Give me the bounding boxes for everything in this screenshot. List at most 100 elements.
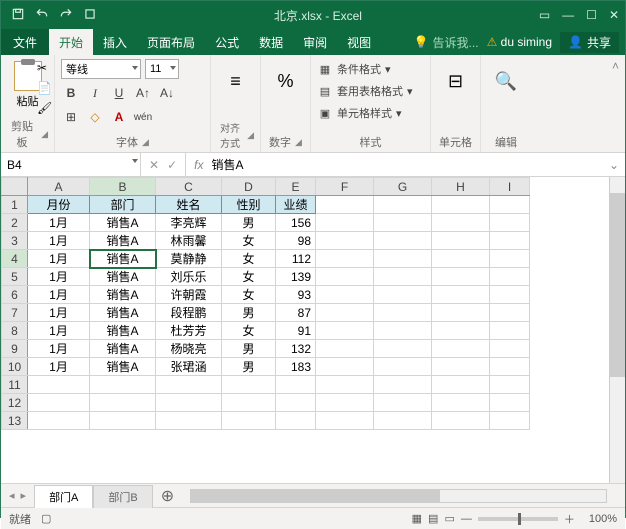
phonetic-button[interactable]: wén (133, 107, 153, 127)
row-header[interactable]: 9 (2, 340, 28, 358)
tab-file[interactable]: 文件 (1, 29, 49, 55)
cell[interactable] (374, 394, 432, 412)
cell[interactable] (374, 196, 432, 214)
cancel-formula-icon[interactable]: ✕ (149, 158, 159, 172)
cell[interactable]: 杜芳芳 (156, 322, 222, 340)
cell[interactable]: 男 (222, 304, 276, 322)
cell[interactable] (432, 286, 490, 304)
cell[interactable] (432, 196, 490, 214)
share-button[interactable]: 👤共享 (560, 32, 619, 53)
cell[interactable] (432, 268, 490, 286)
sheet-tab-active[interactable]: 部门A (34, 485, 93, 508)
cell[interactable] (276, 412, 316, 430)
cell[interactable]: 月份 (28, 196, 90, 214)
cell[interactable]: 91 (276, 322, 316, 340)
cell[interactable]: 销售A (90, 286, 156, 304)
cell[interactable] (374, 286, 432, 304)
row-header[interactable]: 12 (2, 394, 28, 412)
cell[interactable]: 许朝霞 (156, 286, 222, 304)
cell[interactable] (156, 376, 222, 394)
cell[interactable] (156, 412, 222, 430)
cell[interactable] (222, 412, 276, 430)
cell-styles-button[interactable]: ▣单元格样式 ▾ (317, 103, 424, 123)
cell[interactable]: 销售A (90, 268, 156, 286)
cell[interactable]: 业绩 (276, 196, 316, 214)
cell[interactable]: 女 (222, 250, 276, 268)
qat-more-icon[interactable] (83, 7, 97, 24)
cell[interactable] (432, 322, 490, 340)
cell[interactable]: 1月 (28, 304, 90, 322)
number-format-icon[interactable]: % (270, 65, 302, 97)
cell[interactable]: 张珺涵 (156, 358, 222, 376)
cell[interactable] (432, 214, 490, 232)
fill-color-button[interactable]: ◇ (85, 107, 105, 127)
cell[interactable] (374, 322, 432, 340)
spreadsheet-grid[interactable]: ABCDEFGHI1月份部门姓名性别业绩21月销售A李亮辉男15631月销售A林… (1, 177, 530, 430)
cell[interactable]: 段程鹏 (156, 304, 222, 322)
dialog-launcher-icon[interactable]: ◢ (142, 137, 149, 148)
cell[interactable] (374, 340, 432, 358)
col-header[interactable]: C (156, 178, 222, 196)
cell[interactable] (222, 394, 276, 412)
name-box-input[interactable] (7, 158, 134, 172)
sheet-nav-next-icon[interactable]: ▸ (21, 489, 27, 502)
cell[interactable] (490, 412, 530, 430)
cell[interactable] (316, 340, 374, 358)
cell[interactable] (490, 304, 530, 322)
cell[interactable] (374, 268, 432, 286)
vertical-scrollbar[interactable] (609, 177, 625, 483)
cell[interactable] (432, 340, 490, 358)
sheet-tab-other[interactable]: 部门B (93, 485, 152, 508)
view-layout-icon[interactable]: ▤ (428, 512, 438, 525)
copy-icon[interactable]: 📄 (37, 81, 52, 95)
cell[interactable] (28, 394, 90, 412)
tab-home[interactable]: 开始 (49, 29, 93, 55)
cell[interactable]: 男 (222, 358, 276, 376)
cell[interactable] (490, 322, 530, 340)
dialog-launcher-icon[interactable]: ◢ (41, 129, 48, 140)
cell[interactable] (374, 376, 432, 394)
zoom-out-icon[interactable]: ― (461, 513, 472, 525)
collapse-ribbon-icon[interactable]: ˄ (606, 55, 625, 152)
cell[interactable]: 部门 (90, 196, 156, 214)
cell[interactable] (490, 232, 530, 250)
col-header[interactable]: H (432, 178, 490, 196)
tab-layout[interactable]: 页面布局 (137, 29, 205, 55)
cell[interactable]: 销售A (90, 322, 156, 340)
name-box[interactable] (1, 153, 141, 176)
ribbon-options-icon[interactable]: ▭ (539, 8, 550, 22)
font-shrink-icon[interactable]: A↓ (157, 83, 177, 103)
cell[interactable] (432, 376, 490, 394)
col-header[interactable]: D (222, 178, 276, 196)
cell[interactable] (374, 358, 432, 376)
tab-view[interactable]: 视图 (337, 29, 381, 55)
cell[interactable]: 1月 (28, 268, 90, 286)
close-icon[interactable]: ✕ (609, 8, 619, 22)
cell[interactable] (316, 214, 374, 232)
cell[interactable]: 莫静静 (156, 250, 222, 268)
cell[interactable]: 姓名 (156, 196, 222, 214)
cell[interactable] (432, 358, 490, 376)
row-header[interactable]: 13 (2, 412, 28, 430)
cell[interactable] (374, 250, 432, 268)
cell[interactable]: 1月 (28, 232, 90, 250)
cell[interactable]: 销售A (90, 358, 156, 376)
cell[interactable] (316, 322, 374, 340)
add-sheet-button[interactable]: ⊕ (153, 486, 182, 506)
cell[interactable]: 132 (276, 340, 316, 358)
zoom-level[interactable]: 100% (589, 513, 617, 525)
cell[interactable]: 销售A (90, 340, 156, 358)
row-header[interactable]: 5 (2, 268, 28, 286)
cell[interactable] (316, 268, 374, 286)
cell[interactable]: 女 (222, 286, 276, 304)
font-size-select[interactable]: 11 (145, 59, 179, 79)
cell[interactable]: 销售A (90, 250, 156, 268)
row-header[interactable]: 10 (2, 358, 28, 376)
cell[interactable] (432, 232, 490, 250)
cell[interactable] (490, 250, 530, 268)
cell[interactable] (156, 394, 222, 412)
cell[interactable]: 销售A (90, 214, 156, 232)
col-header[interactable]: F (316, 178, 374, 196)
col-header[interactable]: B (90, 178, 156, 196)
cell[interactable]: 1月 (28, 340, 90, 358)
